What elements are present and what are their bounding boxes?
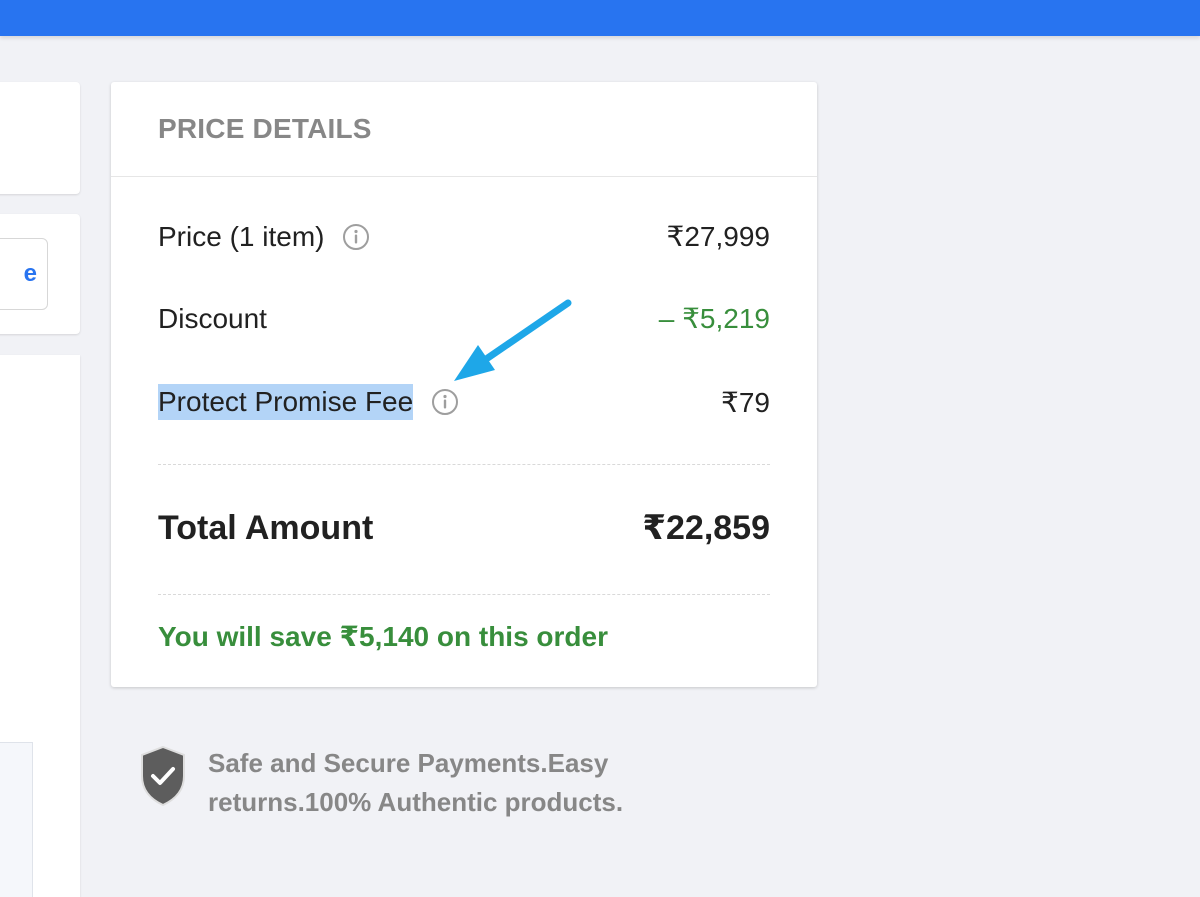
left-panel-top — [0, 82, 80, 194]
left-inner-box — [0, 742, 33, 897]
total-amount-value: ₹22,859 — [642, 509, 770, 547]
protect-fee-value: ₹79 — [721, 386, 770, 418]
info-icon[interactable] — [342, 223, 370, 251]
protect-fee-label: Protect Promise Fee — [158, 384, 414, 420]
price-details-header: PRICE DETAILS — [111, 82, 817, 177]
top-header-bar — [0, 0, 1200, 36]
price-details-title: PRICE DETAILS — [158, 113, 372, 144]
price-row-label: Price (1 item) — [158, 220, 325, 252]
shield-check-icon — [141, 745, 185, 807]
left-partial-button-label: e — [23, 260, 37, 287]
annotation-arrow-icon — [454, 299, 572, 381]
secure-note-line1: Safe and Secure Payments.Easy — [208, 748, 609, 778]
total-amount-row: Total Amount ₹22,859 — [158, 508, 770, 548]
secure-note-line2: returns.100% Authentic products. — [208, 787, 624, 817]
price-row: Price (1 item) ₹27,999 — [158, 220, 770, 253]
discount-row-label: Discount — [158, 302, 267, 334]
total-amount-label: Total Amount — [158, 508, 374, 547]
savings-message: You will save ₹5,140 on this order — [158, 621, 608, 652]
dashed-divider — [158, 594, 770, 595]
dashed-divider — [158, 464, 770, 465]
secure-payments-note: Safe and Secure Payments.Easy returns.10… — [138, 744, 678, 822]
left-partial-button[interactable]: e — [0, 238, 48, 310]
price-row-value: ₹27,999 — [666, 221, 770, 252]
discount-row-value: – ₹5,219 — [658, 303, 770, 334]
